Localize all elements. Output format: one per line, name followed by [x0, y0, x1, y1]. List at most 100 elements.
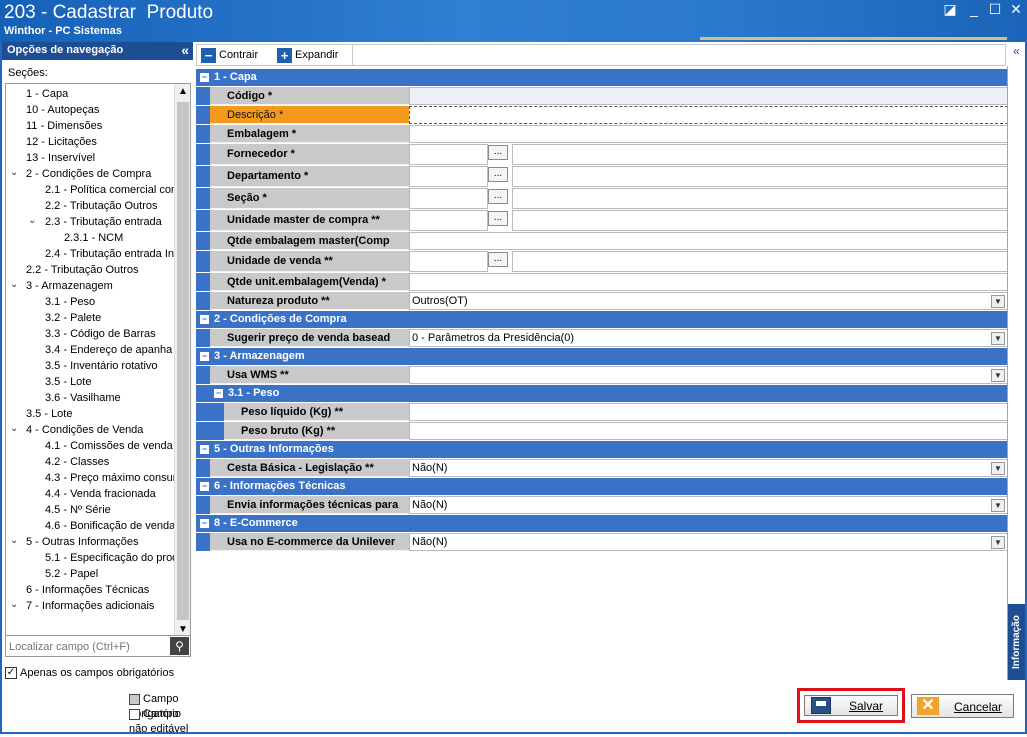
tree-item[interactable]: 3.2 - Palete	[45, 310, 101, 326]
field-value[interactable]	[409, 166, 488, 187]
tree-item[interactable]: 4.2 - Classes	[45, 454, 109, 470]
field-value[interactable]	[409, 188, 488, 209]
tree-item[interactable]: 3.1 - Peso	[45, 294, 95, 310]
tree-expander-icon[interactable]: ⌄	[10, 599, 18, 610]
tree-item[interactable]: 10 - Autopeças	[26, 102, 99, 118]
section-header[interactable]: −8 - E-Commerce	[196, 515, 1008, 532]
tree-item[interactable]: 13 - Inservível	[26, 150, 95, 166]
dropdown-arrow-icon[interactable]: ▼	[991, 462, 1005, 475]
tree-item[interactable]: 4.1 - Comissões de venda	[45, 438, 173, 454]
tree-item[interactable]: 3.5 - Lote	[26, 406, 72, 422]
collapse-panel-icon[interactable]: «	[181, 42, 189, 58]
tree-item[interactable]: 3 - Armazenagem	[26, 278, 113, 294]
dropdown-arrow-icon[interactable]: ▼	[991, 332, 1005, 345]
field-value[interactable]	[409, 251, 488, 272]
tree-item[interactable]: 6 - Informações Técnicas	[26, 582, 149, 598]
tree-item[interactable]: 3.6 - Vasilhame	[45, 390, 121, 406]
section-header[interactable]: −2 - Condições de Compra	[196, 311, 1008, 328]
tree-item[interactable]: 2.4 - Tributação entrada In	[45, 246, 174, 262]
field-value[interactable]	[409, 106, 1008, 124]
tree-item[interactable]: 2.2 - Tributação Outros	[26, 262, 139, 278]
section-header[interactable]: −3 - Armazenagem	[196, 348, 1008, 365]
tree-item[interactable]: 3.3 - Código de Barras	[45, 326, 156, 342]
search-icon[interactable]: ⚲	[170, 637, 189, 655]
dropdown-arrow-icon[interactable]: ▼	[991, 499, 1005, 512]
tree-item[interactable]: 2 - Condições de Compra	[26, 166, 151, 182]
tree-expander-icon[interactable]: ⌄	[10, 279, 18, 290]
tree-expander-icon[interactable]: ⌄	[10, 535, 18, 546]
maximize-button[interactable]: ☐	[985, 1, 1005, 18]
tree-item[interactable]: 5.1 - Especificação do prod	[45, 550, 178, 566]
collapse-all-button[interactable]: − Contrair	[201, 47, 258, 64]
collapse-section-icon[interactable]: −	[214, 389, 223, 398]
tree-item[interactable]: 3.4 - Endereço de apanha	[45, 342, 172, 358]
tree-expander-icon[interactable]: ⌄	[10, 167, 18, 178]
tree-item[interactable]: 5 - Outras Informações	[26, 534, 139, 550]
field-value[interactable]: Não(N) ▼	[409, 459, 1008, 477]
sections-tree[interactable]: 1 - Capa 10 - Autopeças 11 - Dimensões 12 -…	[5, 83, 191, 655]
tree-expander-icon[interactable]: ⌄	[28, 215, 36, 226]
field-value[interactable]: Não(N) ▼	[409, 496, 1008, 514]
dropdown-arrow-icon[interactable]: ▼	[991, 369, 1005, 382]
checkbox-checked-icon[interactable]: ✓	[5, 667, 17, 680]
lookup-button[interactable]: ...	[488, 189, 508, 204]
tree-item[interactable]: 4.6 - Bonificação de venda	[45, 518, 175, 534]
collapse-section-icon[interactable]: −	[200, 73, 209, 82]
only-required-checkbox[interactable]: ✓ Apenas os campos obrigatórios	[5, 667, 174, 680]
expand-all-button[interactable]: + Expandir	[277, 47, 338, 64]
tree-item[interactable]: 2.1 - Política comercial com	[45, 182, 180, 198]
dropdown-arrow-icon[interactable]: ▼	[991, 295, 1005, 308]
dropdown-arrow-icon[interactable]: ▼	[991, 536, 1005, 549]
section-header[interactable]: −3.1 - Peso	[196, 385, 1008, 402]
lookup-button[interactable]: ...	[488, 167, 508, 182]
collapse-section-icon[interactable]: −	[200, 352, 209, 361]
lookup-button[interactable]: ...	[488, 211, 508, 226]
field-search-input[interactable]	[9, 639, 167, 654]
tree-item[interactable]: 2.3.1 - NCM	[64, 230, 123, 246]
section-header[interactable]: −6 - Informações Técnicas	[196, 478, 1008, 495]
lookup-button[interactable]: ...	[488, 252, 508, 267]
tree-expander-icon[interactable]: ⌄	[10, 423, 18, 434]
section-header[interactable]: −1 - Capa	[196, 69, 1008, 86]
field-value[interactable]: 0 - Parâmetros da Presidência(0) ▼	[409, 329, 1008, 347]
collapse-info-icon[interactable]: «	[1008, 44, 1025, 58]
tree-item[interactable]: 2.2 - Tributação Outros	[45, 198, 158, 214]
tree-item[interactable]: 3.5 - Inventário rotativo	[45, 358, 158, 374]
tree-item[interactable]: 7 - Informações adicionais	[26, 598, 154, 614]
field-value[interactable]	[409, 232, 1008, 250]
field-value[interactable]	[409, 125, 1008, 143]
collapse-section-icon[interactable]: −	[200, 519, 209, 528]
close-button[interactable]: ✕	[1006, 1, 1026, 18]
collapse-section-icon[interactable]: −	[200, 482, 209, 491]
save-button[interactable]: Salvar	[804, 695, 898, 716]
field-value[interactable]	[409, 87, 1008, 105]
tree-vertical-scrollbar[interactable]: ▲ ▼	[174, 84, 190, 638]
scroll-up-icon[interactable]: ▲	[175, 84, 190, 100]
field-value[interactable]: Não(N) ▼	[409, 533, 1008, 551]
collapse-section-icon[interactable]: −	[200, 315, 209, 324]
field-value[interactable]	[409, 403, 1008, 421]
tree-item[interactable]: 12 - Licitações	[26, 134, 97, 150]
field-value[interactable]: Outros(OT) ▼	[409, 292, 1008, 310]
field-value[interactable]	[409, 144, 488, 165]
lookup-button[interactable]: ...	[488, 145, 508, 160]
edit-icon[interactable]: ◪	[940, 1, 960, 18]
field-value[interactable]	[409, 422, 1008, 440]
tree-item[interactable]: 4 - Condições de Venda	[26, 422, 143, 438]
tree-item[interactable]: 11 - Dimensões	[26, 118, 102, 134]
field-value[interactable]: ▼	[409, 366, 1008, 384]
tree-item[interactable]: 1 - Capa	[26, 86, 68, 102]
field-value[interactable]	[409, 273, 1008, 291]
scroll-thumb[interactable]	[177, 102, 189, 620]
collapse-section-icon[interactable]: −	[200, 445, 209, 454]
minimize-button[interactable]: _	[964, 1, 984, 17]
tree-item[interactable]: 2.3 - Tributação entrada	[45, 214, 162, 230]
tree-item[interactable]: 5.2 - Papel	[45, 566, 98, 582]
cancel-button[interactable]: ✕ Cancelar	[911, 694, 1014, 718]
field-value[interactable]	[409, 210, 488, 231]
tree-item[interactable]: 4.4 - Venda fracionada	[45, 486, 156, 502]
tree-item[interactable]: 4.5 - Nº Série	[45, 502, 111, 518]
tree-item[interactable]: 4.3 - Preço máximo consum	[45, 470, 182, 486]
section-header[interactable]: −5 - Outras Informações	[196, 441, 1008, 458]
info-tab[interactable]: Informação	[1008, 604, 1025, 680]
